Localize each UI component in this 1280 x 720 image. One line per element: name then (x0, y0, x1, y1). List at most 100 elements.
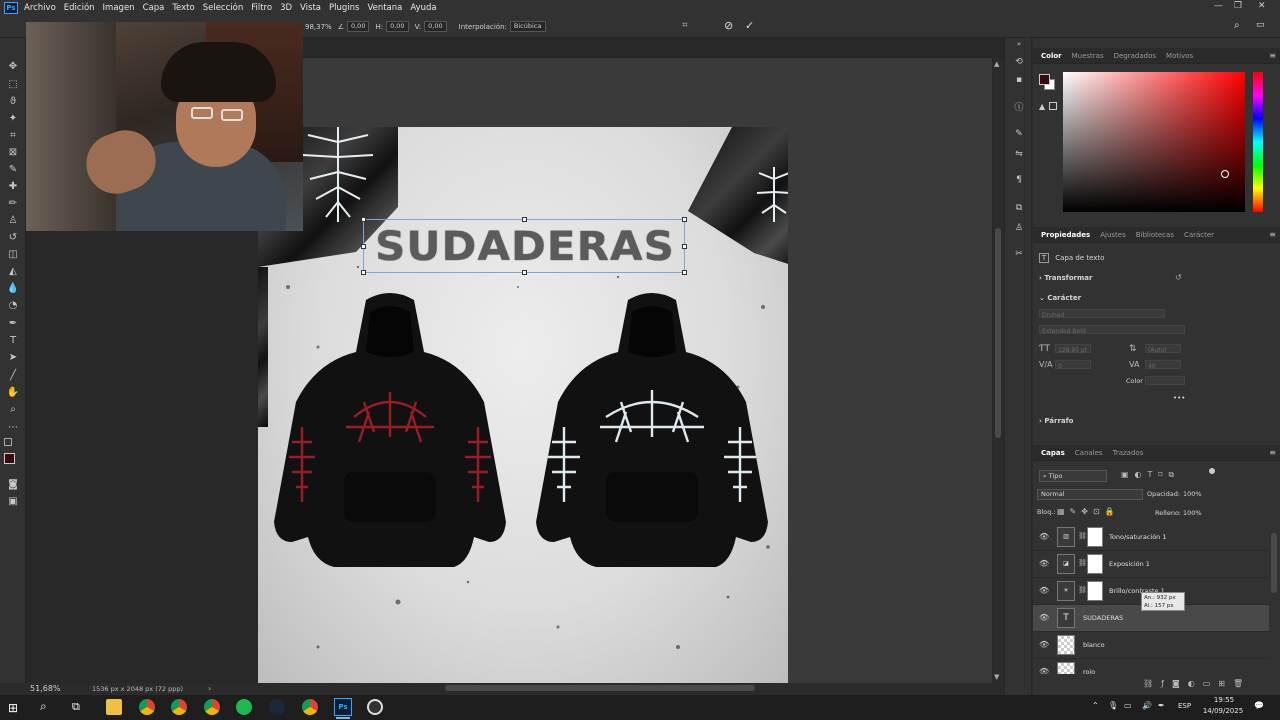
menu-filtro[interactable]: Filtro (251, 3, 272, 13)
comments-panel-icon[interactable]: ▪ (1013, 74, 1025, 86)
blend-mode-select[interactable]: Normal (1037, 489, 1143, 500)
warp-icon[interactable]: ⌗ (682, 20, 688, 31)
visibility-eye-icon[interactable]: 👁 (1039, 559, 1049, 568)
visibility-eye-icon[interactable]: 👁 (1039, 613, 1049, 622)
collapse-panels-icon[interactable]: » (1013, 38, 1025, 50)
frame-tool-icon[interactable]: ⊠ (6, 146, 20, 160)
scroll-up-icon[interactable]: ▲ (994, 60, 999, 68)
task-view-icon[interactable]: ⧉ (72, 700, 80, 714)
headline-text[interactable]: SUDADERAS (356, 224, 694, 270)
document-canvas[interactable]: SUDADERAS (258, 127, 788, 683)
character-section[interactable]: ⌄ Carácter (1039, 294, 1081, 302)
photoshop-taskbar-icon[interactable]: Ps (334, 698, 352, 716)
properties-tools-icon[interactable]: ✂ (1013, 248, 1025, 260)
menu-seleccion[interactable]: Selección (203, 3, 244, 13)
info-panel-icon[interactable]: ⓘ (1013, 102, 1025, 114)
workspace-icon[interactable]: ▭ (1256, 20, 1265, 30)
lock-icons[interactable]: ▦✎✥⊡🔒 (1057, 507, 1120, 516)
crop-tool-icon[interactable]: ⌗ (6, 129, 20, 143)
font-style-select[interactable]: Extended Bold (1039, 325, 1185, 335)
tab-color[interactable]: Color (1039, 52, 1064, 60)
angle-field[interactable]: ∠ 0,00 (338, 21, 370, 32)
language-indicator[interactable]: ESP (1178, 702, 1191, 710)
menu-edicion[interactable]: Edición (64, 3, 95, 13)
layer-row[interactable]: 👁 rojo (1033, 659, 1269, 674)
transform-handle[interactable] (522, 270, 527, 275)
v-skew-field[interactable]: V: 0,00 (415, 21, 447, 32)
tab-canales[interactable]: Canales (1073, 449, 1105, 457)
leading-input[interactable]: (Auto) (1145, 344, 1181, 354)
chevron-down-icon[interactable]: ⌄ (1039, 294, 1045, 302)
menu-capa[interactable]: Capa (143, 3, 165, 13)
hand-tool-icon[interactable]: ✋ (6, 386, 20, 400)
link-icon[interactable]: ⛓ (1078, 559, 1087, 567)
menu-ayuda[interactable]: Ayuda (410, 3, 436, 13)
fill-input[interactable]: 100% (1183, 509, 1202, 517)
transform-handle[interactable] (361, 270, 366, 275)
panel-menu-icon[interactable]: ≡ (1269, 448, 1276, 457)
eyedropper-tool-icon[interactable]: ✎ (6, 163, 20, 177)
color-picker-cursor[interactable] (1221, 170, 1229, 178)
layer-row[interactable]: 👁 ◪ ⛓ Exposición 1 (1033, 551, 1269, 578)
clock-time[interactable]: 19:55 (1210, 696, 1238, 704)
hue-slider[interactable] (1253, 72, 1263, 212)
h-skew-input[interactable]: 0,00 (386, 21, 409, 32)
font-size-input[interactable]: 128,95 pt (1055, 344, 1091, 354)
color-panel-foreground-swatch[interactable] (1039, 74, 1050, 85)
menu-archivo[interactable]: Archivo (24, 3, 56, 13)
type-tool-icon[interactable]: T (6, 334, 20, 348)
layers-scroll-thumb[interactable] (1271, 533, 1277, 593)
clone-source-panel-icon[interactable]: ⧉ (1013, 202, 1025, 214)
zoom-level[interactable]: 51,68% (30, 684, 61, 693)
transform-handle[interactable] (522, 217, 527, 222)
visibility-eye-icon[interactable]: 👁 (1039, 667, 1049, 674)
microphone-icon[interactable]: 🎙 (1108, 701, 1118, 710)
tray-chevron-icon[interactable]: ⌃ (1092, 701, 1099, 710)
font-family-select[interactable]: Druhed (1039, 309, 1165, 319)
chrome-profile-icon[interactable] (204, 699, 220, 715)
zoom-tool-icon[interactable]: ⌕ (6, 403, 20, 417)
text-color-swatch[interactable] (1145, 376, 1185, 385)
angle-input[interactable]: 0,00 (346, 21, 370, 32)
brushes-panel-icon[interactable]: ✎ (1013, 128, 1025, 140)
transform-bounding-box[interactable]: SUDADERAS (361, 217, 687, 275)
layer-row[interactable]: 👁 ▥ ⛓ Tono/saturación 1 (1033, 524, 1269, 551)
character-section-label[interactable]: Carácter (1047, 294, 1081, 302)
menu-3d[interactable]: 3D (280, 3, 292, 13)
brush-tool-icon[interactable]: ✏ (6, 197, 20, 211)
layer-row[interactable]: 👁 blanco (1033, 632, 1269, 659)
chrome-profile-icon[interactable] (302, 699, 318, 715)
vertical-scroll-thumb[interactable] (995, 228, 1001, 438)
tab-caracter[interactable]: Carácter (1182, 231, 1216, 239)
history-brush-tool-icon[interactable]: ↺ (6, 231, 20, 245)
dodge-tool-icon[interactable]: ◔ (6, 299, 20, 313)
volume-icon[interactable]: 🔊 (1142, 701, 1152, 710)
interpolation-field[interactable]: Interpolación: Bicúbica (459, 21, 546, 32)
gradient-tool-icon[interactable]: ◭ (6, 265, 20, 279)
layer-mask-thumb[interactable] (1087, 581, 1103, 601)
web-safe-icon[interactable] (1049, 102, 1057, 110)
chrome-icon[interactable] (139, 699, 155, 715)
menu-ventana[interactable]: Ventana (367, 3, 402, 13)
paragraph-section[interactable]: › Párrafo (1039, 417, 1073, 425)
menu-vista[interactable]: Vista (300, 3, 321, 13)
adjustments-panel-icon[interactable]: ⇋ (1013, 148, 1025, 160)
layer-name[interactable]: Exposición 1 (1109, 560, 1150, 568)
layer-name[interactable]: rojo (1083, 668, 1095, 674)
menu-texto[interactable]: Texto (172, 3, 194, 13)
panel-menu-icon[interactable]: ≡ (1269, 230, 1276, 239)
network-icon[interactable]: ▭ (1124, 701, 1132, 710)
more-tools-icon[interactable]: ⋯ (6, 421, 20, 435)
layer-name[interactable]: Tono/saturación 1 (1109, 533, 1167, 541)
scroll-down-icon[interactable]: ▼ (994, 673, 999, 681)
restore-button[interactable]: ❐ (1234, 1, 1242, 11)
vertical-scrollbar[interactable] (993, 58, 1004, 683)
chevron-right-icon[interactable]: › (1039, 417, 1042, 425)
notifications-icon[interactable]: 💬 (1254, 701, 1264, 710)
magic-wand-tool-icon[interactable]: ✦ (6, 112, 20, 126)
healing-brush-tool-icon[interactable]: ✚ (6, 180, 20, 194)
layer-filter-icons[interactable]: ▣◐T⌑⧉ (1121, 470, 1180, 480)
line-tool-icon[interactable]: ╱ (6, 369, 20, 383)
layer-name[interactable]: blanco (1083, 641, 1105, 649)
layer-filter-select[interactable]: ⌕ Tipo (1039, 470, 1107, 482)
